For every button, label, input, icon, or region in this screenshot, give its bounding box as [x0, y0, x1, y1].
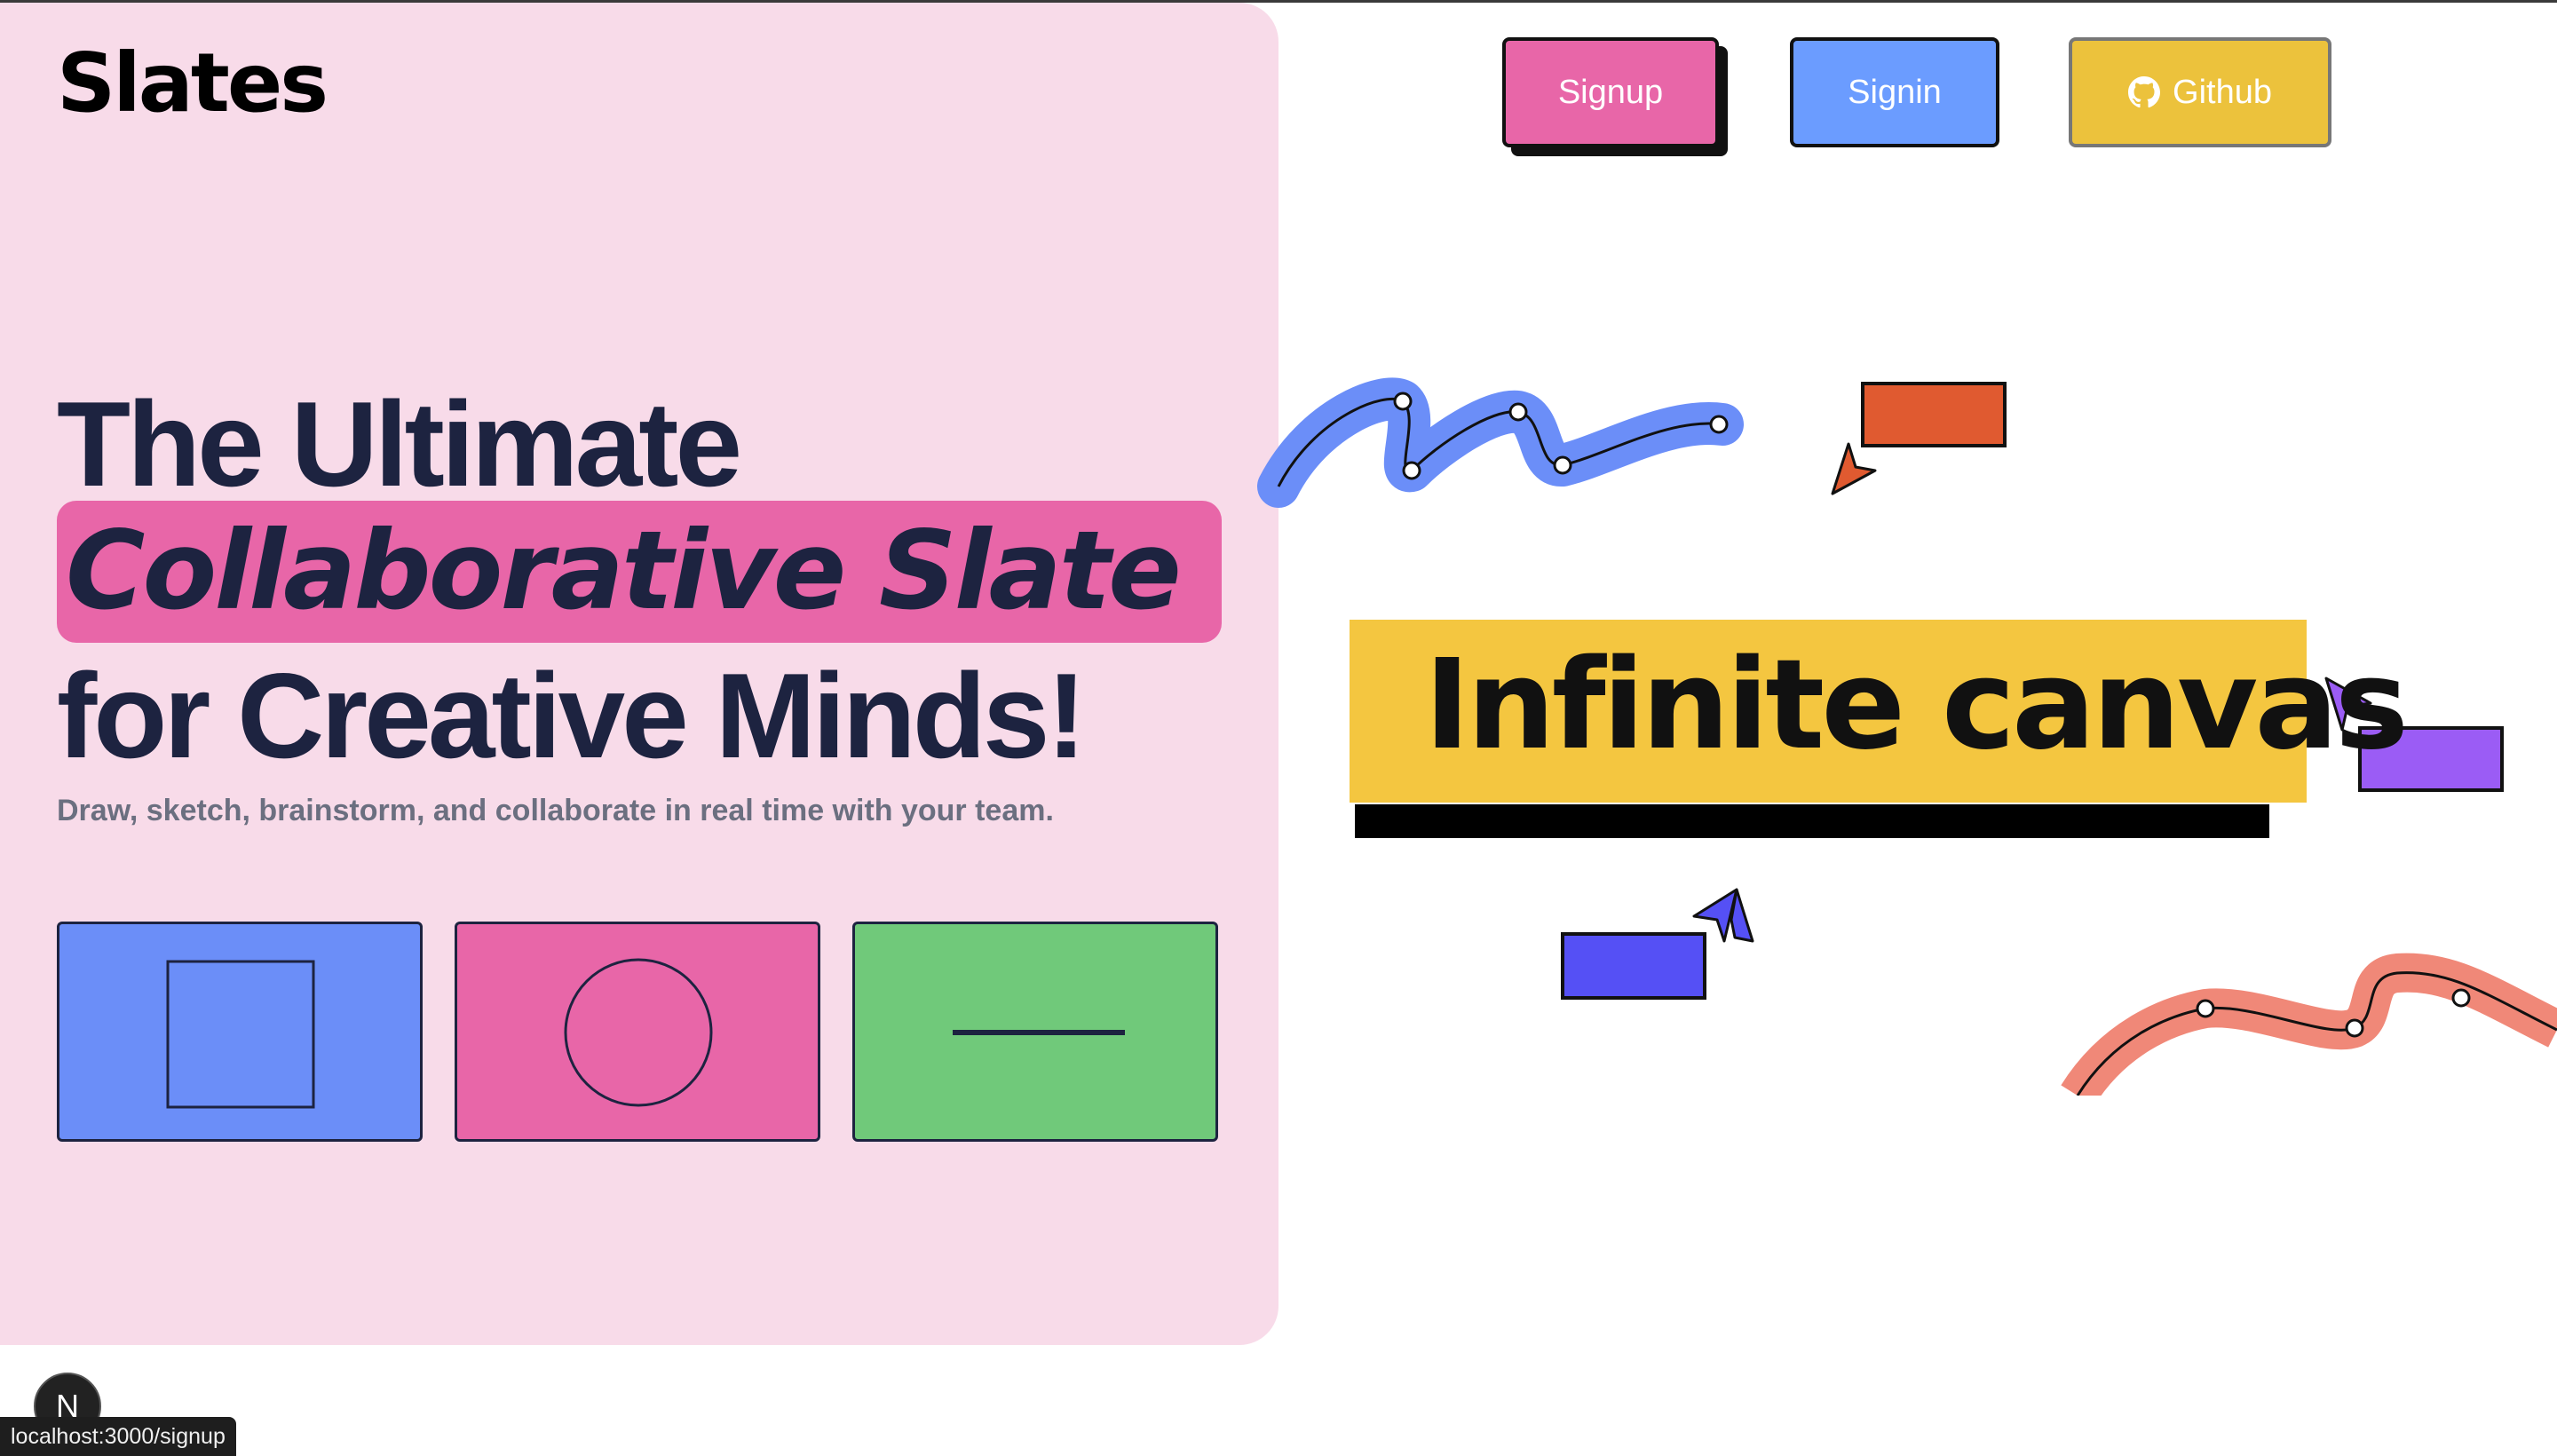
infinite-canvas-text: Infinite canvas: [1424, 633, 2409, 778]
banner-shadow: [1355, 804, 2269, 838]
orange-rectangle: [1861, 382, 2007, 447]
status-bar-url: localhost:3000/signup: [0, 1417, 236, 1456]
salmon-squiggle-stroke: [2061, 953, 2557, 1107]
page-root: Slates The Ultimate Collaborative Slate …: [0, 0, 2557, 1456]
indigo-rectangle: [1561, 932, 1706, 1000]
blue-squiggle-stroke: [1257, 377, 1744, 508]
cursor-orange-icon: [1831, 442, 1877, 495]
